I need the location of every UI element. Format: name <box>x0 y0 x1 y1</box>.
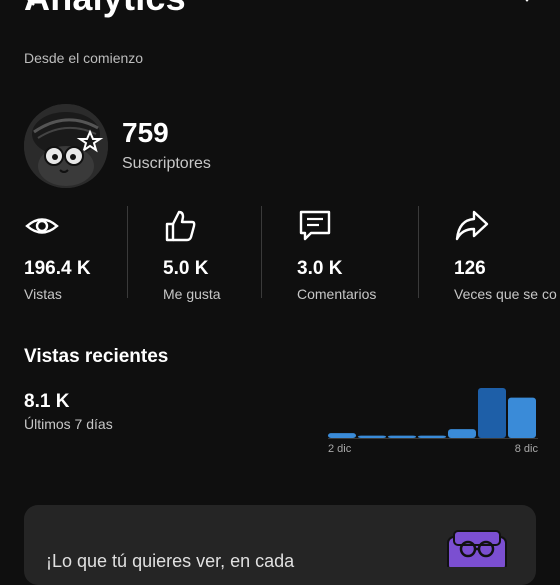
chart-bar-6-dic[interactable] <box>448 429 476 438</box>
divider <box>261 206 262 298</box>
page-title: Analytics <box>24 0 186 24</box>
chart-bar-2-dic[interactable] <box>328 433 356 438</box>
page-subtitle: Desde el comienzo <box>24 50 144 66</box>
promo-card[interactable]: ¡Lo que tú quieres ver, en cada <box>24 505 536 585</box>
stat-value: 3.0 K <box>297 258 343 279</box>
recent-views-chart[interactable]: 2 dic 8 dic <box>326 380 540 460</box>
stat-label: Vistas <box>24 286 62 302</box>
channel-avatar[interactable] <box>24 104 108 188</box>
stat-label: Comentarios <box>297 286 377 302</box>
chart-bar-4-dic[interactable] <box>388 435 416 438</box>
thumbs-up-icon <box>163 208 199 244</box>
avatar-illustration <box>24 104 108 188</box>
stat-value: 196.4 K <box>24 258 91 279</box>
eye-icon <box>24 208 60 244</box>
chart-bar-7-dic[interactable] <box>478 388 506 438</box>
chart-tick-end: 8 dic <box>515 443 539 455</box>
stat-label: Veces que se co <box>454 286 557 302</box>
subscriber-label: Suscriptores <box>122 155 211 172</box>
divider <box>127 206 128 298</box>
chart-tick-start: 2 dic <box>328 443 352 455</box>
recent-views-value: 8.1 K <box>24 391 70 412</box>
recent-views-title: Vistas recientes <box>24 346 169 367</box>
share-icon <box>454 208 490 244</box>
chart-bar-8-dic[interactable] <box>508 397 536 438</box>
stat-label: Me gusta <box>163 286 221 302</box>
chart-bar-5-dic[interactable] <box>418 435 446 438</box>
more-icon[interactable] <box>516 0 538 8</box>
stat-value: 5.0 K <box>163 258 209 279</box>
comment-icon <box>297 208 333 244</box>
subscriber-count: 759 <box>122 117 169 148</box>
promo-illustration-icon <box>444 527 510 572</box>
promo-card-text: ¡Lo que tú quieres ver, en cada <box>46 551 295 571</box>
stat-value: 126 <box>454 258 486 279</box>
chart-bar-3-dic[interactable] <box>358 435 386 438</box>
recent-views-label: Últimos 7 días <box>24 416 113 432</box>
divider <box>418 206 419 298</box>
